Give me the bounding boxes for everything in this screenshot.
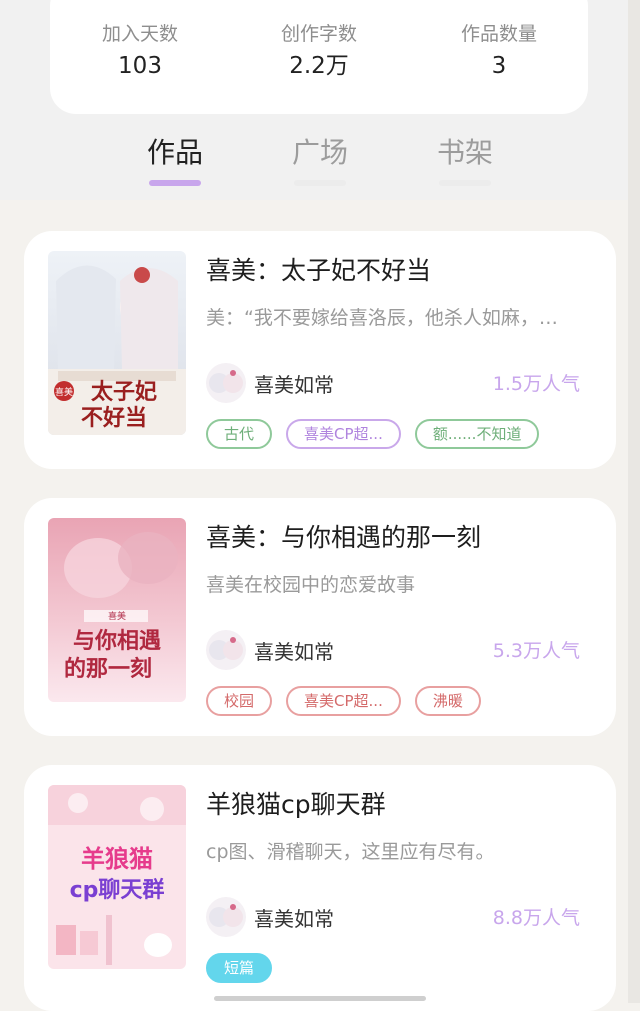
stat-label: 作品数量 — [460, 23, 537, 45]
author-name: 喜美如常 — [254, 639, 334, 664]
stat-label: 加入天数 — [101, 23, 178, 45]
stat-join-days: 加入天数 103 — [70, 22, 210, 80]
work-description: 美：“我不要嫁给喜洛辰，他杀人如麻，… — [206, 307, 558, 329]
tag[interactable]: 沸暖 — [414, 686, 481, 716]
author-name: 喜美如常 — [254, 906, 334, 931]
tab-works[interactable]: 作品 — [115, 134, 235, 186]
tab-label: 广场 — [291, 136, 348, 169]
work-card[interactable]: 喜美 太子妃 不好当 喜美：太子妃不好当 美：“我不要嫁给喜洛辰，他杀人如麻，…… — [24, 231, 616, 469]
tab-label: 作品 — [146, 136, 203, 169]
work-description: 喜美在校园中的恋爱故事 — [206, 574, 416, 596]
tag[interactable]: 喜美CP超... — [286, 686, 401, 716]
cover-series-text: 喜美 — [55, 386, 73, 398]
stat-work-count: 作品数量 3 — [429, 22, 569, 80]
svg-text:与你相遇: 与你相遇 — [73, 628, 161, 654]
tag-list: 校园 喜美CP超... 沸暖 — [206, 686, 481, 716]
stats-card: 加入天数 103 创作字数 2.2万 作品数量 3 — [50, 0, 588, 114]
work-description: cp图、滑稽聊天，这里应有尽有。 — [206, 841, 495, 863]
tag-list: 古代 喜美CP超... 额......不知道 — [206, 419, 540, 449]
work-title[interactable]: 羊狼猫cp聊天群 — [206, 789, 386, 821]
tab-bookshelf[interactable]: 书架 — [405, 134, 525, 186]
author-info[interactable]: 喜美如常 — [206, 363, 334, 403]
book-cover[interactable]: 喜美 与你相遇 的那一刻 — [48, 518, 186, 702]
tag-list: 短篇 — [206, 953, 273, 983]
svg-text:cp聊天群: cp聊天群 — [70, 877, 165, 903]
avatar — [206, 897, 246, 937]
tag[interactable]: 短篇 — [206, 953, 273, 983]
home-indicator — [214, 996, 426, 1001]
tab-bar: 作品 广场 书架 — [0, 134, 640, 194]
svg-text:羊狼猫: 羊狼猫 — [81, 845, 153, 873]
tab-indicator — [149, 180, 201, 186]
work-title[interactable]: 喜美：太子妃不好当 — [206, 255, 431, 287]
popularity-count: 5.3万人气 — [492, 640, 580, 662]
tab-indicator — [294, 180, 346, 186]
avatar — [206, 630, 246, 670]
svg-text:不好当: 不好当 — [81, 405, 147, 431]
tag[interactable]: 校园 — [206, 686, 273, 716]
book-cover[interactable]: 羊狼猫 cp聊天群 — [48, 785, 186, 969]
scrollbar[interactable] — [628, 0, 640, 1003]
stat-value: 3 — [491, 53, 507, 79]
svg-text:太子妃: 太子妃 — [91, 379, 157, 405]
avatar — [206, 363, 246, 403]
stat-value: 2.2万 — [289, 53, 349, 79]
book-cover[interactable]: 喜美 太子妃 不好当 — [48, 251, 186, 435]
svg-text:的那一刻: 的那一刻 — [64, 656, 152, 682]
tab-indicator — [439, 180, 491, 186]
popularity-count: 1.5万人气 — [492, 373, 580, 395]
work-title[interactable]: 喜美：与你相遇的那一刻 — [206, 522, 481, 554]
stat-word-count: 创作字数 2.2万 — [249, 22, 389, 80]
tab-square[interactable]: 广场 — [260, 134, 380, 186]
cover-series-text: 喜美 — [108, 610, 126, 622]
tag[interactable]: 额......不知道 — [414, 419, 540, 449]
author-info[interactable]: 喜美如常 — [206, 897, 334, 937]
author-name: 喜美如常 — [254, 372, 334, 397]
tab-label: 书架 — [436, 136, 493, 169]
profile-header-area: 加入天数 103 创作字数 2.2万 作品数量 3 作品 广场 书架 — [0, 0, 640, 200]
author-info[interactable]: 喜美如常 — [206, 630, 334, 670]
stat-value: 103 — [118, 53, 162, 79]
stat-label: 创作字数 — [280, 23, 357, 45]
tag[interactable]: 喜美CP超... — [286, 419, 401, 449]
tag[interactable]: 古代 — [206, 419, 273, 449]
popularity-count: 8.8万人气 — [492, 907, 580, 929]
work-card[interactable]: 喜美 与你相遇 的那一刻 喜美：与你相遇的那一刻 喜美在校园中的恋爱故事 喜美如… — [24, 498, 616, 736]
work-card[interactable]: 羊狼猫 cp聊天群 羊狼猫cp聊天群 cp图、滑稽聊天，这里应有尽有。 喜美如常… — [24, 765, 616, 1011]
